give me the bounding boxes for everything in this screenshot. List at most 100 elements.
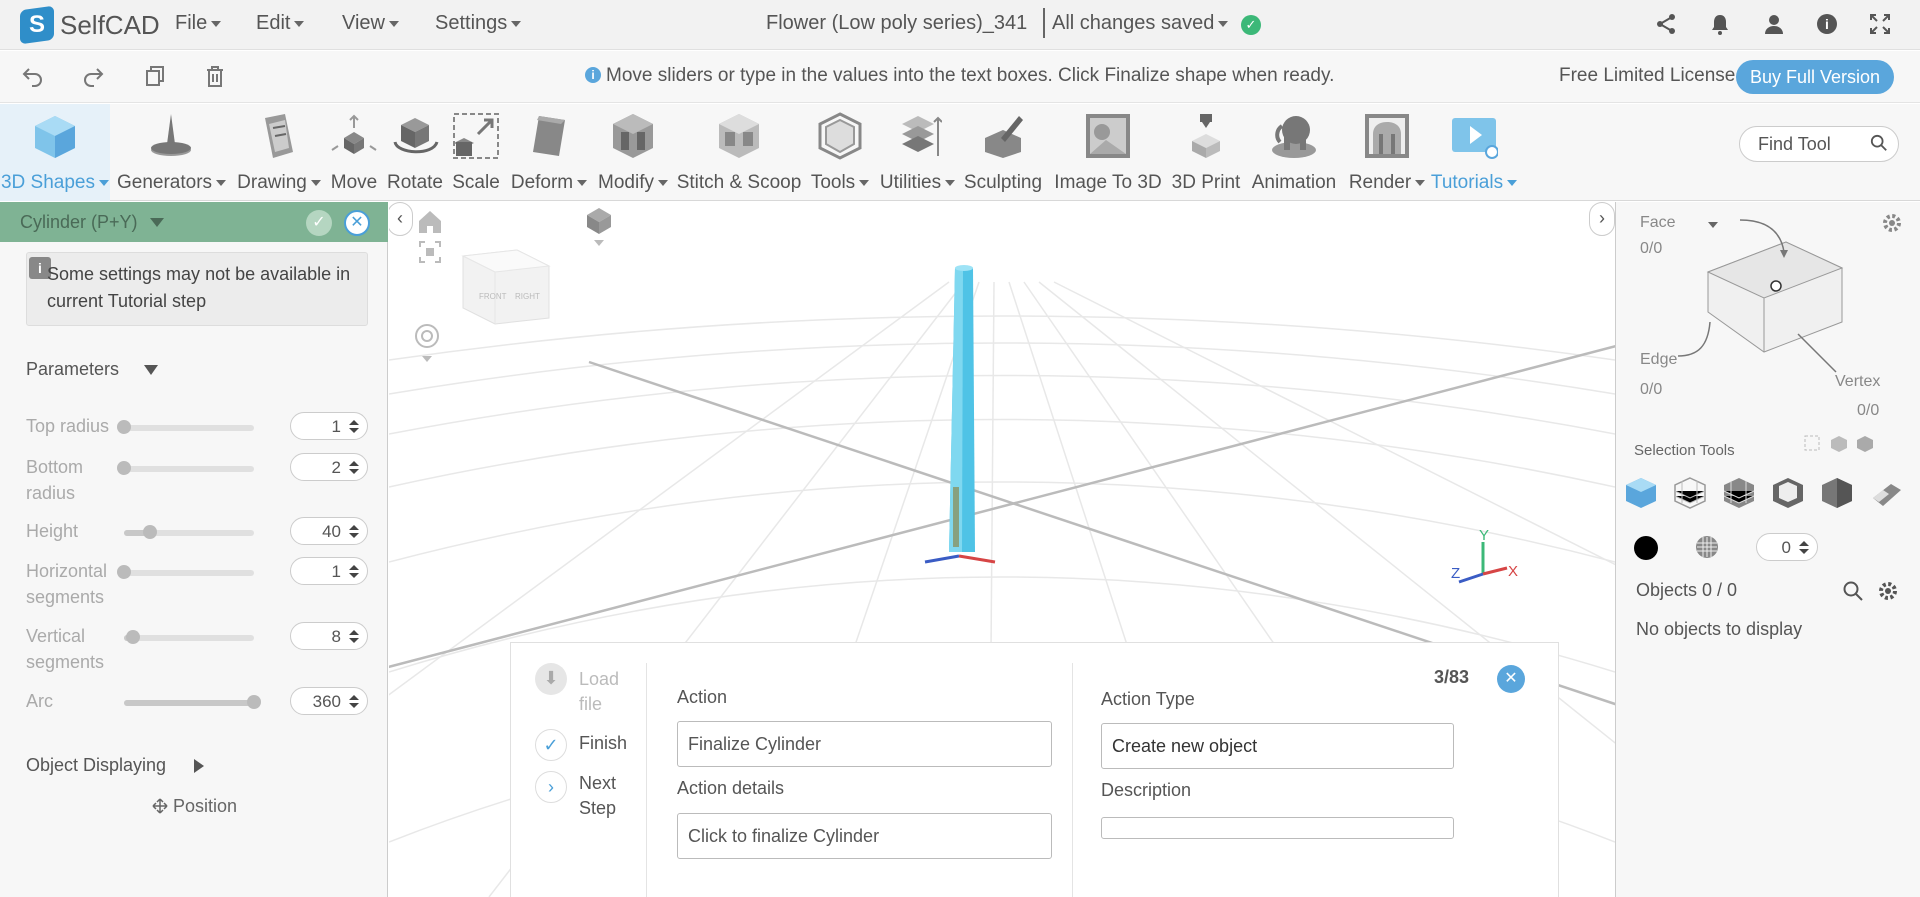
- menu-settings[interactable]: Settings: [435, 12, 522, 35]
- bell-icon[interactable]: [1706, 12, 1734, 40]
- tool-render[interactable]: Render: [1346, 104, 1428, 201]
- document-title[interactable]: Flower (Low poly series)_341: [766, 12, 1027, 35]
- redo-icon[interactable]: [79, 64, 107, 92]
- tool-sculpting[interactable]: Sculpting: [960, 104, 1046, 201]
- collapse-right-panel-button[interactable]: ›: [1589, 202, 1615, 236]
- axis-x-label: X: [1508, 563, 1518, 580]
- selfcad-logo[interactable]: SelfCAD: [20, 5, 160, 45]
- horizontal-segments-slider[interactable]: [117, 565, 254, 579]
- chevron-down-icon: [945, 179, 956, 186]
- divider: [1072, 663, 1073, 897]
- tool-stitch-scoop[interactable]: Stitch & Scoop: [673, 104, 805, 201]
- share-icon[interactable]: [1652, 12, 1680, 40]
- top-radius-slider[interactable]: [117, 420, 254, 434]
- home-icon[interactable]: [416, 208, 444, 236]
- move-arrows-icon: [152, 798, 168, 814]
- tool-tools[interactable]: Tools: [805, 104, 875, 201]
- tool-deform[interactable]: Deform: [505, 104, 593, 201]
- orbit-icon[interactable]: [413, 322, 441, 366]
- brush-size-input[interactable]: 0: [1756, 533, 1818, 561]
- close-panel-button[interactable]: ✕: [344, 210, 370, 236]
- tool-generators[interactable]: Generators: [117, 104, 227, 201]
- origin-axes: [924, 554, 996, 564]
- expand-triangle-icon[interactable]: [194, 759, 204, 773]
- height-slider[interactable]: [124, 525, 254, 539]
- arc-input[interactable]: 360: [290, 687, 368, 715]
- bottom-radius-input[interactable]: 2: [290, 453, 368, 481]
- vertical-segments-slider[interactable]: [124, 630, 254, 644]
- action-label: Action: [677, 687, 728, 707]
- chevron-right-icon[interactable]: ›: [535, 771, 567, 803]
- tool-3d-print[interactable]: 3D Print: [1170, 104, 1242, 201]
- collapse-left-panel-button[interactable]: ‹: [389, 202, 413, 236]
- help-icon[interactable]: i: [1813, 12, 1841, 40]
- undo-icon[interactable]: [19, 64, 47, 92]
- menu-edit[interactable]: Edit: [256, 12, 305, 35]
- save-status[interactable]: All changes saved: [1052, 12, 1229, 35]
- parameters-heading[interactable]: Parameters: [26, 359, 119, 380]
- select-cube-solid-icon[interactable]: [1855, 434, 1875, 454]
- gear-icon[interactable]: [1877, 580, 1899, 602]
- search-icon[interactable]: [1870, 134, 1888, 152]
- select-plane-icon[interactable]: [1869, 476, 1903, 510]
- tool-label: 3D Shapes: [0, 172, 95, 193]
- collapse-triangle-icon[interactable]: [144, 365, 158, 375]
- search-icon[interactable]: [1842, 580, 1864, 602]
- tool-modify[interactable]: Modify: [593, 104, 673, 201]
- vertex-label[interactable]: Vertex: [1835, 373, 1880, 391]
- 3d-viewport[interactable]: ‹ FRONT RIGHT Y X Z › ⬇ Load file ✓ Fini…: [389, 202, 1615, 897]
- action-type-field[interactable]: Create new object: [1101, 723, 1454, 769]
- fit-view-icon[interactable]: [418, 240, 442, 264]
- spin-up-icon: [349, 461, 359, 466]
- buy-full-version-button[interactable]: Buy Full Version: [1736, 60, 1894, 94]
- finalize-check-button[interactable]: ✓: [306, 210, 332, 236]
- tool-rotate[interactable]: Rotate: [383, 104, 447, 201]
- edge-label[interactable]: Edge: [1640, 351, 1677, 369]
- color-swatch[interactable]: [1634, 536, 1658, 560]
- tool-scale[interactable]: Scale: [447, 104, 505, 201]
- next-step-button[interactable]: Next Step: [579, 771, 639, 821]
- height-input[interactable]: 40: [290, 517, 368, 545]
- view-cube-right-label: RIGHT: [515, 292, 540, 301]
- tool-3d-shapes[interactable]: 3D Shapes: [0, 104, 110, 201]
- menu-file[interactable]: File: [175, 12, 222, 35]
- tool-utilities[interactable]: Utilities: [875, 104, 960, 201]
- arc-slider[interactable]: [124, 695, 261, 709]
- object-displaying-heading[interactable]: Object Displaying: [26, 755, 166, 776]
- tool-move[interactable]: Move: [325, 104, 383, 201]
- select-face-icon[interactable]: [1771, 476, 1805, 510]
- bottom-radius-slider[interactable]: [117, 461, 254, 475]
- select-half-icon[interactable]: [1820, 476, 1854, 510]
- tool-tutorials[interactable]: Tutorials: [1428, 104, 1520, 201]
- select-cube-icon[interactable]: [1829, 434, 1849, 454]
- user-icon[interactable]: [1760, 12, 1788, 40]
- camera-view-icon[interactable]: [584, 206, 614, 250]
- trash-icon[interactable]: [201, 64, 229, 92]
- tool-drawing[interactable]: Drawing: [233, 104, 325, 201]
- close-tutorial-button[interactable]: ✕: [1497, 665, 1525, 693]
- chevron-down-icon[interactable]: [150, 218, 164, 227]
- horizontal-segments-input[interactable]: 1: [290, 557, 368, 585]
- menu-view[interactable]: View: [342, 12, 399, 35]
- copy-icon[interactable]: [141, 64, 169, 92]
- find-tool-input[interactable]: Find Tool: [1739, 126, 1899, 162]
- position-item[interactable]: Position: [152, 796, 237, 817]
- tool-image-to-3d[interactable]: Image To 3D: [1046, 104, 1170, 201]
- tool-animation[interactable]: Animation: [1242, 104, 1346, 201]
- face-mode-dropdown[interactable]: Face: [1640, 214, 1676, 232]
- texture-icon[interactable]: [1694, 534, 1720, 560]
- fullscreen-icon[interactable]: [1866, 12, 1894, 40]
- top-radius-input[interactable]: 1: [290, 412, 368, 440]
- vertical-segments-input[interactable]: 8: [290, 622, 368, 650]
- description-field[interactable]: [1101, 817, 1454, 839]
- action-details-field[interactable]: Click to finalize Cylinder: [677, 813, 1052, 859]
- image-to-3d-icon: [1086, 114, 1130, 158]
- view-cube[interactable]: FRONT RIGHT: [455, 242, 565, 332]
- select-rect-icon[interactable]: [1803, 434, 1823, 454]
- left-panel: Cylinder (P+Y) ✓ ✕ i Some settings may n…: [0, 202, 388, 897]
- select-grid-icon[interactable]: [1722, 476, 1756, 510]
- action-field[interactable]: Finalize Cylinder: [677, 721, 1052, 767]
- cylinder-object[interactable]: [943, 262, 983, 562]
- select-object-icon[interactable]: [1624, 476, 1658, 510]
- select-wireframe-icon[interactable]: [1673, 476, 1707, 510]
